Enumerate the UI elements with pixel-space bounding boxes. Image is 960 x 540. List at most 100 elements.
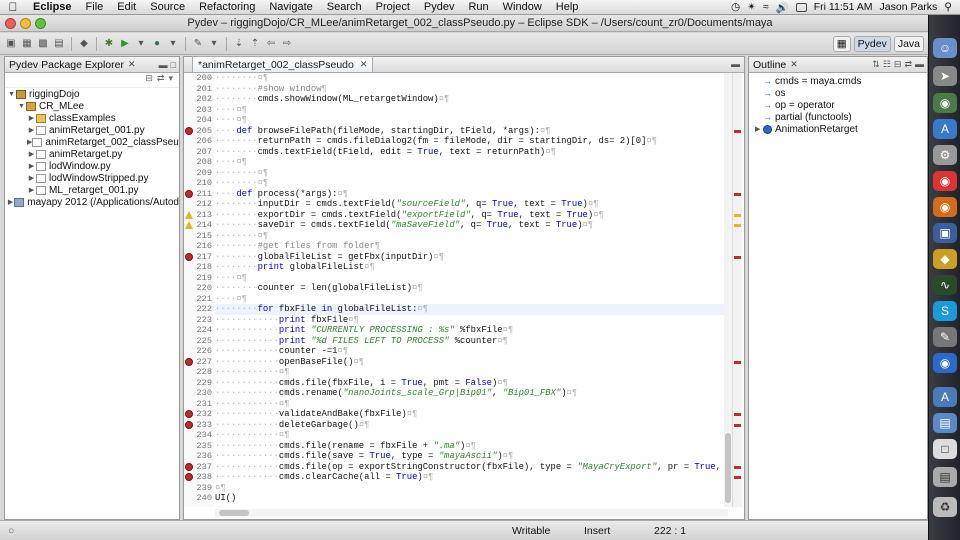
eclipse-icon[interactable]: ◉ xyxy=(933,353,957,373)
apple-icon[interactable]:  xyxy=(0,0,26,14)
code-line[interactable]: ········inputDir = cmds.textField("sourc… xyxy=(215,199,728,210)
menu-navigate[interactable]: Navigate xyxy=(262,1,319,13)
code-line[interactable]: ············print "%d FILES LEFT TO PROC… xyxy=(215,336,728,347)
menu-run[interactable]: Run xyxy=(461,1,495,13)
code-line[interactable]: ····def browseFilePath(fileMode, startin… xyxy=(215,126,728,137)
tree-item[interactable]: ▶ mayapy 2012 (/Applications/Autod xyxy=(5,196,179,208)
stack-icon[interactable]: ▤ xyxy=(933,467,957,487)
code-line[interactable]: ············¤¶ xyxy=(215,399,728,410)
code-line[interactable]: ········#show window¶ xyxy=(215,84,728,95)
tree-item[interactable]: ▶animRetarget_002_classPseudo.py xyxy=(5,136,179,148)
minimize-editor-icon[interactable]: ▬ xyxy=(727,59,744,72)
code-line[interactable]: ········for fbxFile in globalFileList:¤¶ xyxy=(215,304,728,315)
code-line[interactable]: ········saveDir = cmds.textField("maSave… xyxy=(215,220,728,231)
view-menu-icon[interactable]: ▾ xyxy=(168,73,173,87)
error-marker-icon[interactable] xyxy=(185,420,193,429)
close-tab-icon[interactable]: ✕ xyxy=(360,59,368,70)
finder-icon[interactable]: ☺ xyxy=(933,38,957,58)
next-annotation-icon[interactable]: ⇣ xyxy=(232,37,246,51)
outline-item[interactable]: ▶ AnimationRetarget xyxy=(749,123,927,135)
disclosure-arrow-icon[interactable]: ▶ xyxy=(27,174,36,182)
outline-tab[interactable]: Outline xyxy=(753,59,786,71)
preview-icon[interactable]: ✎ xyxy=(933,327,957,347)
error-marker-icon[interactable] xyxy=(185,357,193,366)
ruler-marker[interactable] xyxy=(734,192,741,196)
outline-item[interactable]: → cmds = maya.cmds xyxy=(749,75,927,87)
tree-item[interactable]: ▶ animRetarget_001.py xyxy=(5,124,179,136)
code-line[interactable]: ············validateAndBake(fbxFile)¤¶ xyxy=(215,409,728,420)
menu-app[interactable]: Eclipse xyxy=(26,1,79,13)
code-line[interactable]: ········globalFileList = getFbx(inputDir… xyxy=(215,252,728,263)
code-line[interactable]: ········returnPath = cmds.fileDialog2(fm… xyxy=(215,136,728,147)
ruler-marker[interactable] xyxy=(734,360,741,364)
menu-edit[interactable]: Edit xyxy=(110,1,143,13)
error-marker-icon[interactable] xyxy=(185,410,193,418)
code-line[interactable]: ····¤¶ xyxy=(215,115,728,126)
vertical-scrollbar[interactable] xyxy=(724,73,732,507)
bluetooth-icon[interactable]: ✴ xyxy=(747,1,756,13)
code-line[interactable]: ····¤¶ xyxy=(215,294,728,305)
disclosure-arrow-icon[interactable]: ▶ xyxy=(27,126,36,134)
package-explorer-tab[interactable]: Pydev Package Explorer xyxy=(9,59,124,71)
code-line[interactable]: ············¤¶ xyxy=(215,367,728,378)
ruler-marker[interactable] xyxy=(734,423,741,427)
code-line[interactable]: ············print "CURRENTLY PROCESSING … xyxy=(215,325,728,336)
code-line[interactable]: ············cmds.file(rename = fbxFile +… xyxy=(215,441,728,452)
minimize-icon[interactable]: ▬ xyxy=(159,60,168,70)
menu-window[interactable]: Window xyxy=(496,1,549,13)
menu-source[interactable]: Source xyxy=(143,1,192,13)
horizontal-scrollbar[interactable] xyxy=(215,509,728,517)
tree-item[interactable]: ▶ ML_retarget_001.py xyxy=(5,184,179,196)
chrome-icon[interactable]: ◉ xyxy=(933,171,957,191)
code-line[interactable]: ············cmds.file(fbxFile, i = True,… xyxy=(215,378,728,389)
code-line[interactable]: ············cmds.file(op = exportStringC… xyxy=(215,462,728,473)
app-icon[interactable]: ▣ xyxy=(933,223,957,243)
sort-icon[interactable]: ⇅ xyxy=(872,59,880,70)
minimize-window-icon[interactable] xyxy=(20,18,31,29)
activity-monitor-icon[interactable]: ∿ xyxy=(933,275,957,295)
outline-item[interactable]: → os xyxy=(749,87,927,99)
menu-pydev[interactable]: Pydev xyxy=(417,1,462,13)
run-icon[interactable]: ▶ xyxy=(118,37,132,51)
code-line[interactable]: ····def process(*args):¤¶ xyxy=(215,189,728,200)
run-dropdown-icon[interactable]: ▾ xyxy=(134,37,148,51)
external-tools-icon[interactable]: ● xyxy=(150,37,164,51)
code-line[interactable]: ········counter = len(globalFileList)¤¶ xyxy=(215,283,728,294)
menu-refactoring[interactable]: Refactoring xyxy=(192,1,262,13)
tree-item[interactable]: ▶ lodWindow.py xyxy=(5,160,179,172)
perspective-pydev[interactable]: Pydev xyxy=(853,36,891,52)
collapse-all-icon[interactable]: ⊟ xyxy=(145,73,153,87)
print-icon[interactable]: ▤ xyxy=(52,37,66,51)
ruler-marker[interactable] xyxy=(734,413,741,416)
spotlight-icon[interactable]: ⚲ xyxy=(944,1,952,13)
close-icon[interactable]: ✕ xyxy=(790,59,798,70)
timemachine-icon[interactable]: ◷ xyxy=(731,1,740,13)
open-perspective-icon[interactable]: ▦ xyxy=(832,36,851,52)
close-icon[interactable]: ✕ xyxy=(128,59,136,70)
tree-item[interactable]: ▶ classExamples xyxy=(5,112,179,124)
disclosure-arrow-icon[interactable]: ▶ xyxy=(755,125,763,133)
warning-marker-icon[interactable] xyxy=(185,210,193,219)
code-line[interactable]: ¤¶ xyxy=(215,483,728,494)
tree-item[interactable]: ▶ lodWindowStripped.py xyxy=(5,172,179,184)
menu-file[interactable]: File xyxy=(79,1,111,13)
outline-item[interactable]: → partial (functools) xyxy=(749,111,927,123)
code-line[interactable]: ········¤¶ xyxy=(215,168,728,179)
disclosure-arrow-icon[interactable]: ▶ xyxy=(7,198,14,206)
close-window-icon[interactable] xyxy=(5,18,16,29)
code-line[interactable]: ········cmds.showWindow(ML_retargetWindo… xyxy=(215,94,728,105)
ruler-marker[interactable] xyxy=(734,213,741,217)
menu-project[interactable]: Project xyxy=(369,1,417,13)
volume-icon[interactable]: 🔊 xyxy=(776,1,789,14)
perspective-java[interactable]: Java xyxy=(893,36,924,52)
disclosure-arrow-icon[interactable]: ▼ xyxy=(17,103,26,110)
pen-dropdown-icon[interactable]: ▾ xyxy=(207,37,221,51)
code-line[interactable]: ············counter -=1¤¶ xyxy=(215,346,728,357)
code-line[interactable]: ····¤¶ xyxy=(215,273,728,284)
code-line[interactable]: UI() xyxy=(215,493,728,504)
disclosure-arrow-icon[interactable]: ▼ xyxy=(7,91,16,98)
maximize-icon[interactable]: □ xyxy=(171,60,176,70)
overview-ruler[interactable] xyxy=(732,73,742,507)
code-area[interactable]: ········¤¶ ········#show window¶ ········c… xyxy=(215,73,728,507)
code-line[interactable]: ········exportDir = cmds.textField("expo… xyxy=(215,210,728,221)
